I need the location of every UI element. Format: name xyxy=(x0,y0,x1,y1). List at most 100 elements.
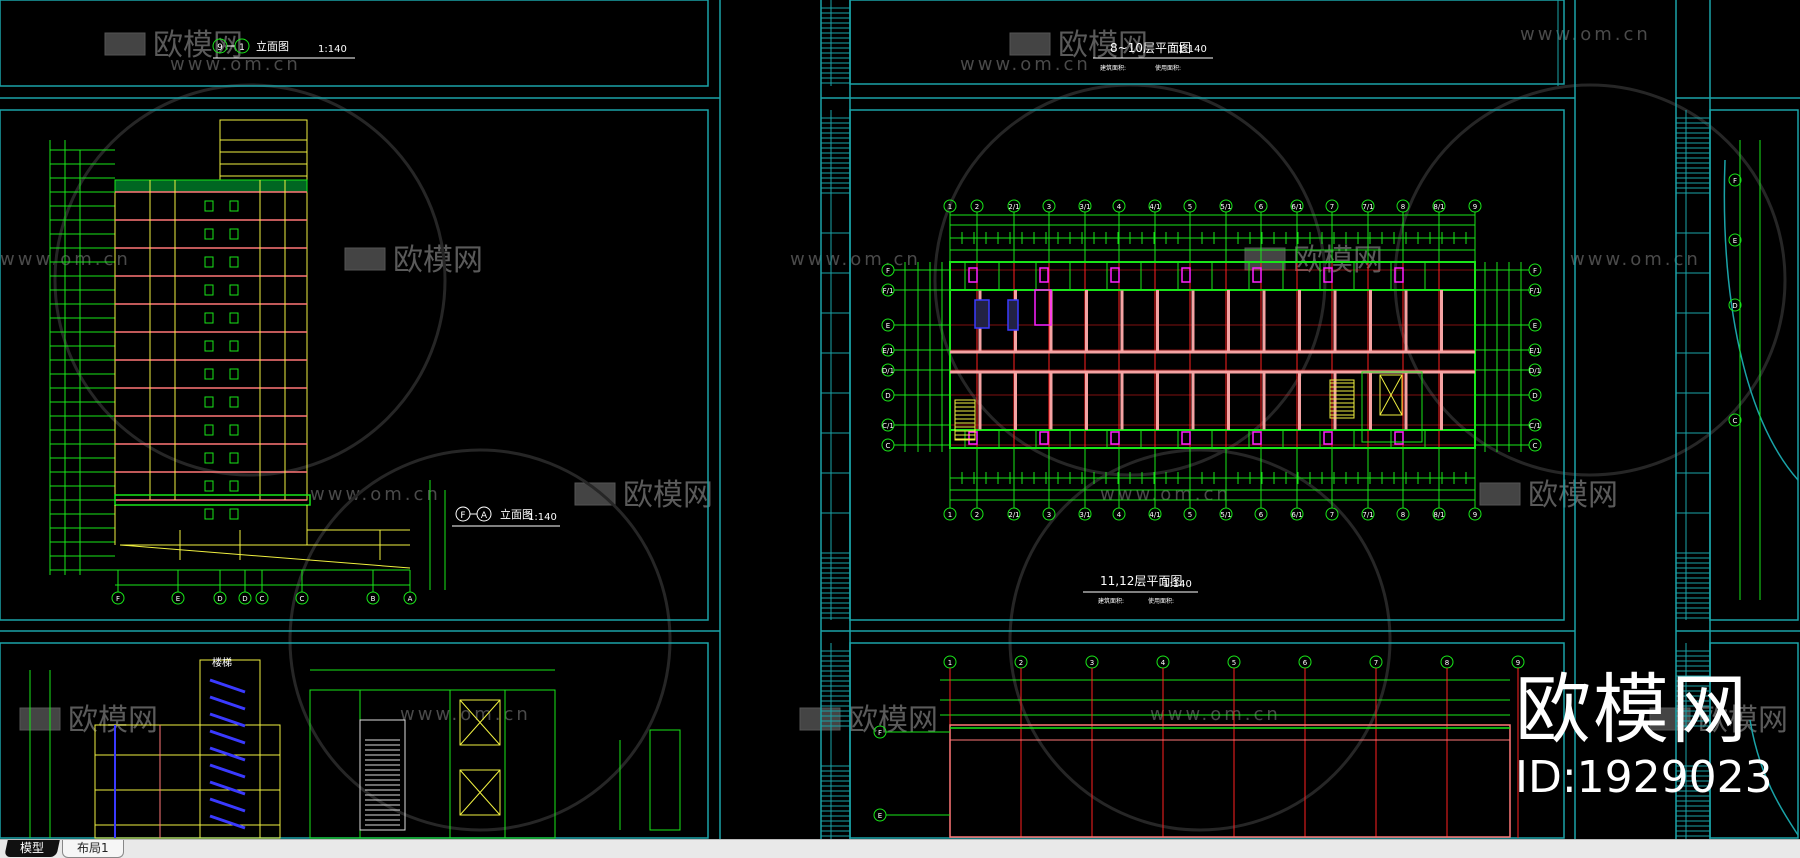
axis-label: 8 xyxy=(1401,203,1405,211)
stair-flight xyxy=(209,797,246,813)
area-note: 使用面积: xyxy=(1155,64,1181,72)
curved-wall xyxy=(1723,159,1799,481)
window xyxy=(204,396,214,408)
window xyxy=(204,312,214,324)
axis-label: A xyxy=(408,595,413,603)
watermark-logo-icon xyxy=(344,247,386,271)
stair-flight xyxy=(209,780,246,796)
axis-bubble: 9 xyxy=(217,43,223,53)
window xyxy=(204,508,214,520)
window xyxy=(229,228,239,240)
axis-label: 4 xyxy=(1117,511,1122,519)
axis-label: 3/1 xyxy=(1079,511,1090,519)
axis-label: 6 xyxy=(1303,659,1308,667)
drawing-scale: 1:140 xyxy=(528,512,557,523)
axis-label: E xyxy=(1733,237,1737,245)
watermark-arc xyxy=(288,448,672,832)
axis-label: 5/1 xyxy=(1220,511,1231,519)
axis-label: 2 xyxy=(1019,659,1023,667)
window xyxy=(229,480,239,492)
area-note: 使用面积: xyxy=(1148,597,1174,605)
fixture xyxy=(1181,431,1191,445)
watermark-brand: 欧模网 xyxy=(1698,703,1788,738)
axis-label: 3 xyxy=(1047,511,1051,519)
watermark-logo-icon xyxy=(19,707,61,731)
stair-flight xyxy=(209,712,246,728)
tab-layout1[interactable]: 布局1 xyxy=(62,840,124,858)
bathroom xyxy=(1106,261,1142,291)
watermark-arc xyxy=(933,83,1327,477)
bathroom xyxy=(1177,261,1213,291)
watermark-logo-icon xyxy=(1479,482,1521,506)
axis-label: C/1 xyxy=(882,422,894,430)
window xyxy=(229,200,239,212)
axis-label: 4 xyxy=(1161,659,1166,667)
area-note: 建筑面积: xyxy=(1100,64,1126,72)
tab-model[interactable]: 模型 xyxy=(4,840,60,857)
axis-bubble: F xyxy=(460,511,465,521)
axis-label: 8 xyxy=(1445,659,1449,667)
axis-label: 3 xyxy=(1047,203,1051,211)
window xyxy=(204,284,214,296)
bathroom xyxy=(1035,261,1071,291)
axis-label: 8/1 xyxy=(1433,203,1444,211)
watermark-logo-icon xyxy=(1009,32,1051,56)
axis-label: E xyxy=(1533,322,1537,330)
detail xyxy=(649,729,681,831)
watermark-arc xyxy=(1393,83,1787,477)
furniture xyxy=(1007,299,1019,331)
axis-label: 7 xyxy=(1330,203,1334,211)
building-outline xyxy=(114,179,308,501)
axis-bubble: 1 xyxy=(239,43,245,53)
fixture xyxy=(1323,431,1333,445)
axis-label: D xyxy=(1732,302,1737,310)
axis-label: 5 xyxy=(1232,659,1236,667)
drawing-scale: 1:140 xyxy=(1163,579,1192,590)
watermark-url: www.om.cn xyxy=(400,704,531,725)
axis-label: F/1 xyxy=(883,287,894,295)
fixture xyxy=(1039,431,1049,445)
cad-model-space[interactable]: 欧模网欧模网欧模网欧模网欧模网欧模网欧模网欧模网 欧模网www.om.cnwww.… xyxy=(0,0,1800,839)
axis-label: 9 xyxy=(1473,511,1477,519)
watermark-logo-icon xyxy=(104,32,146,56)
axis-label: 6 xyxy=(1259,203,1264,211)
stair-flight xyxy=(209,695,246,711)
axis-label: D/1 xyxy=(1529,367,1541,375)
penthouse-outline xyxy=(219,119,308,181)
window xyxy=(229,256,239,268)
drawing-scale: 1:140 xyxy=(1178,44,1207,55)
axis-label: 2 xyxy=(975,511,979,519)
window xyxy=(204,424,214,436)
axis-label: 5/1 xyxy=(1220,203,1231,211)
title-plan-main: 11,12层平面图 1:140 建筑面积: 使用面积: xyxy=(1083,574,1198,605)
furniture xyxy=(974,299,990,329)
window xyxy=(229,284,239,296)
window xyxy=(204,368,214,380)
axis-label: F xyxy=(116,595,120,603)
parapet xyxy=(114,179,308,193)
axis-label: B xyxy=(371,595,376,603)
tab-label: 布局1 xyxy=(77,841,109,855)
area-note: 建筑面积: xyxy=(1098,597,1124,605)
axis-label: 7 xyxy=(1330,511,1334,519)
axis-label: 2/1 xyxy=(1008,203,1019,211)
axis-label: F xyxy=(1733,177,1737,185)
axis-label: D xyxy=(1532,392,1537,400)
window xyxy=(229,508,239,520)
window xyxy=(204,200,214,212)
axis-label: 2 xyxy=(975,203,979,211)
watermark-brand: 欧模网 xyxy=(1293,243,1383,278)
axis-label: E/1 xyxy=(1529,347,1540,355)
axis-label: D xyxy=(885,392,890,400)
axis-label: F xyxy=(1533,267,1537,275)
sheet-frame xyxy=(849,109,1565,621)
axis-label: F xyxy=(878,729,882,737)
axis-label: C xyxy=(1533,442,1538,450)
axis-label: 6/1 xyxy=(1291,511,1302,519)
sheet-frame xyxy=(1709,109,1799,621)
watermark-arc xyxy=(1008,448,1392,832)
watermark-url: www.om.cn xyxy=(960,54,1091,75)
axis-label: D xyxy=(242,595,247,603)
axis-label: D xyxy=(217,595,222,603)
watermark-url: www.om.cn xyxy=(1520,24,1651,45)
